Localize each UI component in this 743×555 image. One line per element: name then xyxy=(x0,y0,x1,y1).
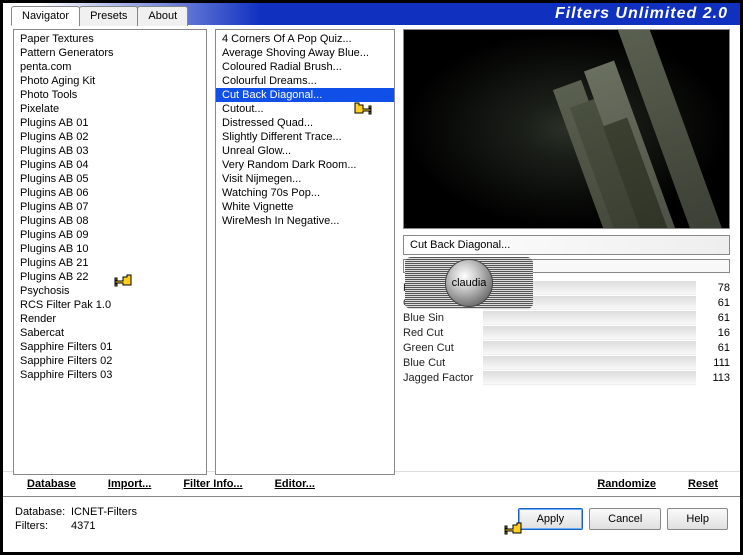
slider-row: Red Cut 16 xyxy=(403,326,730,340)
list-item[interactable]: Render xyxy=(14,312,206,326)
tab-row: Navigator Presets About xyxy=(11,6,187,26)
slider-label: Red Cut xyxy=(403,327,483,339)
slider-label: Red Sin xyxy=(403,282,483,294)
list-item[interactable]: Photo Tools xyxy=(14,88,206,102)
list-item[interactable]: Plugins AB 08 xyxy=(14,214,206,228)
category-list[interactable]: Paper Textures Pattern Generators penta.… xyxy=(13,29,207,475)
list-item[interactable]: Plugins AB 04 xyxy=(14,158,206,172)
list-item[interactable]: White Vignette xyxy=(216,200,394,214)
list-item[interactable]: Plugins AB 07 xyxy=(14,200,206,214)
slider-track[interactable] xyxy=(483,371,696,385)
slider-value: 16 xyxy=(696,327,730,339)
slider-value: 78 xyxy=(696,282,730,294)
tab-about[interactable]: About xyxy=(137,6,188,26)
list-item[interactable]: Watching 70s Pop... xyxy=(216,186,394,200)
list-item[interactable]: Slightly Different Trace... xyxy=(216,130,394,144)
tab-presets[interactable]: Presets xyxy=(79,6,138,26)
list-item[interactable]: Average Shoving Away Blue... xyxy=(216,46,394,60)
slider-track[interactable] xyxy=(483,341,696,355)
list-item[interactable]: Coloured Radial Brush... xyxy=(216,60,394,74)
slider-value: 61 xyxy=(696,312,730,324)
window: Filters Unlimited 2.0 Navigator Presets … xyxy=(0,0,743,555)
list-item[interactable]: Distressed Quad... xyxy=(216,116,394,130)
slider-track[interactable] xyxy=(483,281,696,295)
slider-row: Blue Cut 111 xyxy=(403,356,730,370)
filter-info-link[interactable]: Filter Info... xyxy=(183,478,242,490)
slider-panel: Red Sin 78 Green Sin 61 Blue Sin 61 Red … xyxy=(403,281,730,475)
filter-list[interactable]: 4 Corners Of A Pop Quiz... Average Shovi… xyxy=(215,29,395,475)
list-item[interactable]: Plugins AB 22 xyxy=(14,270,206,284)
slider-label: Blue Sin xyxy=(403,312,483,324)
list-item[interactable]: Visit Nijmegen... xyxy=(216,172,394,186)
progress-bar xyxy=(403,259,730,273)
import-link[interactable]: Import... xyxy=(108,478,151,490)
filters-count-label: Filters: xyxy=(15,519,71,533)
slider-label: Green Cut xyxy=(403,342,483,354)
list-item[interactable]: Plugins AB 10 xyxy=(14,242,206,256)
footer-info: Database: ICNET-Filters Filters: 4371 xyxy=(15,505,137,533)
database-value: ICNET-Filters xyxy=(71,505,137,519)
tab-navigator[interactable]: Navigator xyxy=(11,6,80,26)
slider-row: Green Cut 61 xyxy=(403,341,730,355)
slider-track[interactable] xyxy=(483,296,696,310)
editor-link[interactable]: Editor... xyxy=(275,478,315,490)
list-item[interactable]: Unreal Glow... xyxy=(216,144,394,158)
list-item[interactable]: Colourful Dreams... xyxy=(216,74,394,88)
footer: Database: ICNET-Filters Filters: 4371 Ap… xyxy=(3,496,740,541)
randomize-link[interactable]: Randomize xyxy=(597,478,656,490)
slider-track[interactable] xyxy=(483,311,696,325)
reset-link[interactable]: Reset xyxy=(688,478,718,490)
list-item[interactable]: Plugins AB 01 xyxy=(14,116,206,130)
list-item[interactable]: Plugins AB 06 xyxy=(14,186,206,200)
slider-track[interactable] xyxy=(483,356,696,370)
list-item[interactable]: Photo Aging Kit xyxy=(14,74,206,88)
list-item[interactable]: Very Random Dark Room... xyxy=(216,158,394,172)
help-button[interactable]: Help xyxy=(667,508,728,530)
slider-label: Blue Cut xyxy=(403,357,483,369)
list-item[interactable]: Plugins AB 02 xyxy=(14,130,206,144)
list-item[interactable]: Psychosis xyxy=(14,284,206,298)
apply-button[interactable]: Apply xyxy=(518,508,584,530)
list-item[interactable]: WireMesh In Negative... xyxy=(216,214,394,228)
main-panels: Paper Textures Pattern Generators penta.… xyxy=(3,25,740,475)
right-panel: Cut Back Diagonal... Red Sin 78 Green Si… xyxy=(403,29,730,475)
filters-count-value: 4371 xyxy=(71,519,95,533)
list-item-highlighted[interactable]: Plugins AB 09 xyxy=(14,228,206,242)
header-bar: Filters Unlimited 2.0 Navigator Presets … xyxy=(3,3,740,25)
list-item[interactable]: Sapphire Filters 02 xyxy=(14,354,206,368)
list-item[interactable]: RCS Filter Pak 1.0 xyxy=(14,298,206,312)
database-link[interactable]: Database xyxy=(27,478,76,490)
slider-value: 61 xyxy=(696,342,730,354)
slider-value: 111 xyxy=(696,357,730,369)
list-item[interactable]: Plugins AB 05 xyxy=(14,172,206,186)
cancel-button[interactable]: Cancel xyxy=(589,508,661,530)
list-item[interactable]: penta.com xyxy=(14,60,206,74)
list-item[interactable]: Cutout... xyxy=(216,102,394,116)
slider-value: 113 xyxy=(696,372,730,384)
preview-image xyxy=(403,29,730,229)
list-item[interactable]: 4 Corners Of A Pop Quiz... xyxy=(216,32,394,46)
list-item[interactable]: Paper Textures xyxy=(14,32,206,46)
list-item[interactable]: Sapphire Filters 03 xyxy=(14,368,206,382)
slider-value: 61 xyxy=(696,297,730,309)
list-item[interactable]: Pattern Generators xyxy=(14,46,206,60)
slider-row: Jagged Factor 113 xyxy=(403,371,730,385)
slider-row: Red Sin 78 xyxy=(403,281,730,295)
list-item[interactable]: Plugins AB 21 xyxy=(14,256,206,270)
slider-track[interactable] xyxy=(483,326,696,340)
slider-row: Blue Sin 61 xyxy=(403,311,730,325)
list-item[interactable]: Sapphire Filters 01 xyxy=(14,340,206,354)
slider-label: Jagged Factor xyxy=(403,372,483,384)
slider-label: Green Sin xyxy=(403,297,483,309)
list-item[interactable]: Sabercat xyxy=(14,326,206,340)
list-item[interactable]: Plugins AB 03 xyxy=(14,144,206,158)
slider-row: Green Sin 61 xyxy=(403,296,730,310)
database-label: Database: xyxy=(15,505,71,519)
selected-filter-name: Cut Back Diagonal... xyxy=(403,235,730,255)
list-item-selected[interactable]: Cut Back Diagonal... xyxy=(216,88,394,102)
list-item[interactable]: Pixelate xyxy=(14,102,206,116)
